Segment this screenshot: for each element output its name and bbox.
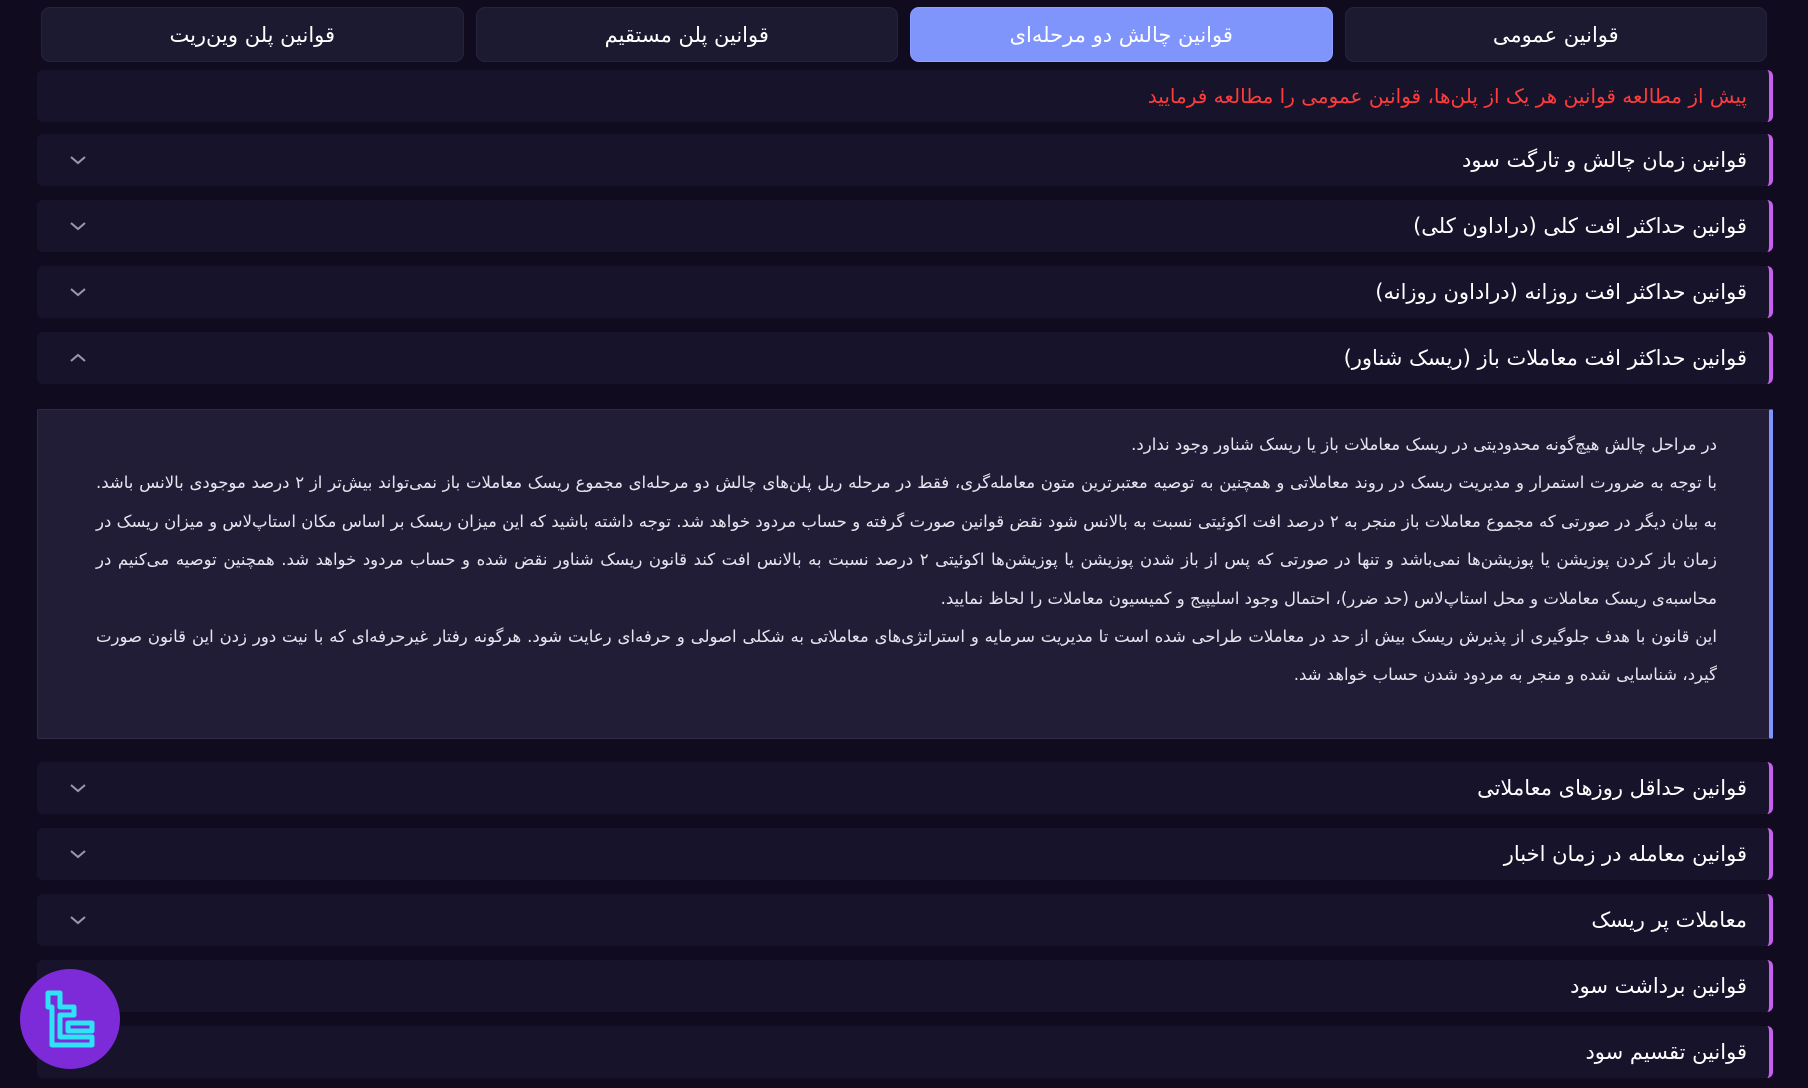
chevron-down-icon <box>67 777 89 799</box>
accordion-profit-split[interactable]: قوانین تقسیم سود <box>37 1026 1773 1078</box>
accordion-max-total-drawdown[interactable]: قوانین حداکثر افت کلی (دراداون کلی) <box>37 200 1773 252</box>
tab-direct-plan[interactable]: قوانین پلن مستقیم <box>475 7 898 62</box>
chevron-down-icon <box>67 281 89 303</box>
page: قوانین عمومی قوانین چالش دو مرحله‌ای قوا… <box>0 0 1808 1088</box>
accordion-profit-withdrawal[interactable]: قوانین برداشت سود <box>37 960 1773 1012</box>
tab-two-step-challenge[interactable]: قوانین چالش دو مرحله‌ای <box>910 7 1333 62</box>
chevron-down-icon <box>67 215 89 237</box>
accordion-news-trading[interactable]: قوانین معامله در زمان اخبار <box>37 828 1773 880</box>
content-paragraph: با توجه به ضرورت استمرار و مدیریت ریسک د… <box>96 473 1718 608</box>
accordion-max-daily-drawdown[interactable]: قوانین حداکثر افت روزانه (دراداون روزانه… <box>37 266 1773 318</box>
notice-text: پیش از مطالعه قوانین هر یک از پلن‌ها، قو… <box>1147 84 1747 108</box>
chevron-up-icon <box>67 347 89 369</box>
brand-logo-icon[interactable] <box>20 969 120 1069</box>
accordion-content-floating-risk: در مراحل چالش هیچ‌گونه محدودیتی در ریسک … <box>37 409 1773 739</box>
chevron-down-icon <box>67 909 89 931</box>
tab-general-rules[interactable]: قوانین عمومی <box>1344 7 1767 62</box>
rules-tabs: قوانین عمومی قوانین چالش دو مرحله‌ای قوا… <box>41 7 1767 62</box>
accordion-label: قوانین برداشت سود <box>1570 974 1747 998</box>
notice-banner: پیش از مطالعه قوانین هر یک از پلن‌ها، قو… <box>37 70 1773 122</box>
accordion-label: قوانین حداکثر افت معاملات باز (ریسک شناو… <box>1343 346 1747 370</box>
accordion-label: قوانین معامله در زمان اخبار <box>1503 842 1747 866</box>
accordion-label: قوانین حداقل روزهای معاملاتی <box>1477 776 1747 800</box>
tab-winrate-plan[interactable]: قوانین پلن وین‌ریت <box>41 7 464 62</box>
accordion-floating-risk[interactable]: قوانین حداکثر افت معاملات باز (ریسک شناو… <box>37 332 1773 384</box>
accordion-label: معاملات پر ریسک <box>1591 908 1747 932</box>
chevron-down-icon <box>67 843 89 865</box>
content-paragraph: این قانون با هدف جلوگیری از پذیرش ریسک ب… <box>96 627 1717 685</box>
content-paragraph: در مراحل چالش هیچ‌گونه محدودیتی در ریسک … <box>1131 435 1717 454</box>
accordion-high-risk-trades[interactable]: معاملات پر ریسک <box>37 894 1773 946</box>
accordion-label: قوانین تقسیم سود <box>1585 1040 1747 1064</box>
accordion-label: قوانین حداکثر افت کلی (دراداون کلی) <box>1413 214 1747 238</box>
accordion-label: قوانین حداکثر افت روزانه (دراداون روزانه… <box>1375 280 1747 304</box>
chevron-down-icon <box>67 149 89 171</box>
accordion-challenge-time-profit-target[interactable]: قوانین زمان چالش و تارگت سود <box>37 134 1773 186</box>
accordion-min-trading-days[interactable]: قوانین حداقل روزهای معاملاتی <box>37 762 1773 814</box>
accordion-label: قوانین زمان چالش و تارگت سود <box>1462 148 1747 172</box>
